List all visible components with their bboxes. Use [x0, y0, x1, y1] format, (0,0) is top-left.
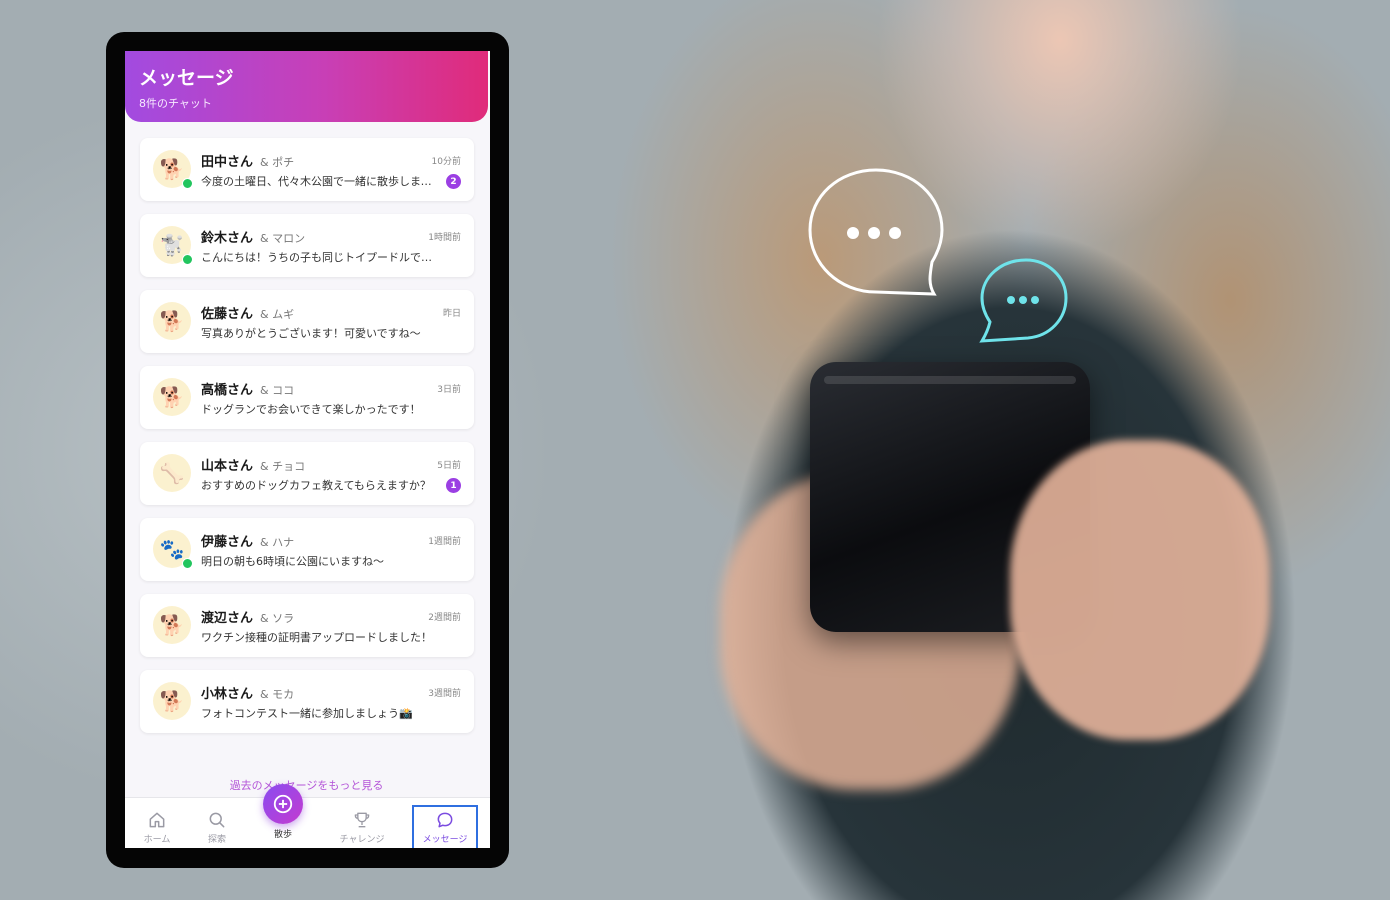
dog-name: & ソラ: [260, 612, 295, 625]
message-preview: おすすめのドッグカフェ教えてもらえますか？: [201, 479, 431, 492]
nav-challenge[interactable]: チャレンジ: [332, 810, 392, 845]
timestamp: 3週間前: [428, 689, 461, 699]
owner-name: 田中さん: [201, 155, 254, 170]
dog-name: & チョコ: [260, 460, 306, 473]
load-more-link[interactable]: 過去のメッセージをもっと見る: [125, 777, 488, 793]
page-title: メッセージ: [139, 67, 234, 89]
owner-name: 山本さん: [201, 459, 254, 474]
online-indicator: [182, 178, 193, 189]
dog-name: & ポチ: [260, 156, 295, 169]
chat-item[interactable]: 🐩 鈴木さん & マロン 1時間前 こんにちは！うちの子も同じトイプードルです🐩: [140, 214, 474, 277]
dog-avatar: 🐕: [153, 378, 191, 416]
trophy-icon: [354, 812, 370, 828]
owner-name: 伊藤さん: [201, 535, 254, 550]
message-preview: ドッグランでお会いできて楽しかったです！: [201, 403, 421, 416]
messages-header: メッセージ 8件のチャット: [125, 51, 488, 122]
nav-explore[interactable]: 探索: [187, 810, 247, 845]
timestamp: 3日前: [437, 385, 461, 395]
dog-name: & ムギ: [260, 308, 295, 321]
owner-name: 渡辺さん: [201, 611, 254, 626]
dog-avatar: 🦴: [153, 454, 191, 492]
nav-walk-label: 散歩: [273, 830, 292, 840]
online-indicator: [182, 558, 193, 569]
unread-badge: 1: [446, 478, 461, 493]
dog-name: & マロン: [260, 232, 306, 245]
timestamp: 2週間前: [428, 613, 461, 623]
chat-bubble-small-icon: [979, 258, 1068, 343]
bottom-nav: ホーム 探索 散歩 チャレンジ メッセージ: [125, 784, 490, 848]
nav-home[interactable]: ホーム: [127, 810, 187, 845]
timestamp: 昨日: [442, 309, 461, 319]
timestamp: 1時間前: [428, 233, 461, 243]
nav-messages[interactable]: メッセージ: [415, 810, 475, 845]
dog-name: & ココ: [260, 384, 295, 397]
unread-badge: 2: [446, 174, 461, 189]
nav-explore-label: 探索: [207, 835, 226, 845]
chat-count: 8件のチャット: [139, 97, 212, 110]
phone-mockup: メッセージ 8件のチャット 🐕 田中さん & ポチ 10分前今度の土曜日、代々木公園で…: [106, 32, 509, 868]
timestamp: 5日前: [437, 461, 461, 471]
message-preview: 写真ありがとうございます！可愛いですね〜: [201, 327, 421, 340]
dog-avatar: 🐕: [153, 302, 191, 340]
owner-name: 小林さん: [201, 687, 254, 702]
home-icon: [149, 812, 165, 828]
dog-avatar: 🐕: [153, 606, 191, 644]
message-preview: 今度の土曜日、代々木公園で一緒に散歩しませんか？: [201, 175, 437, 188]
nav-challenge-label: チャレンジ: [339, 835, 385, 845]
chat-list: 🐕田中さん& ポチ10分前今度の土曜日、代々木公園で一緒に散歩しませんか？2🐩鈴…: [140, 138, 474, 746]
chat-item[interactable]: 🦴 山本さん & チョコ 5日前 おすすめのドッグカフェ教えてもらえますか？ 1: [140, 442, 474, 505]
message-preview: こんにちは！うちの子も同じトイプードルです🐩: [201, 251, 437, 264]
search-icon: [209, 812, 225, 828]
plus-circle-icon: [273, 794, 293, 814]
dog-name: & モカ: [260, 688, 295, 701]
message-preview: 明日の朝も6時頃に公園にいますね〜: [201, 555, 384, 568]
chat-item[interactable]: 🐕 佐藤さん & ムギ 昨日写真ありがとうございます！可愛いですね〜: [140, 290, 474, 353]
chat-item[interactable]: 🐕 高橋さん & ココ 3日前ドッグランでお会いできて楽しかったです！: [140, 366, 474, 429]
message-icon: [437, 812, 453, 828]
chat-item[interactable]: 🐕 小林さん & モカ 3週間前フォトコンテスト一緒に参加しましょう📸: [140, 670, 474, 733]
owner-name: 鈴木さん: [201, 231, 254, 246]
hand-right: [1010, 440, 1270, 740]
timestamp: 10分前: [431, 157, 461, 167]
message-preview: ワクチン接種の証明書アップロードしました！: [201, 631, 432, 644]
owner-name: 佐藤さん: [201, 307, 254, 322]
chat-item[interactable]: 🐕 渡辺さん & ソラ 2週間前ワクチン接種の証明書アップロードしました！: [140, 594, 474, 657]
nav-messages-label: メッセージ: [422, 835, 468, 845]
messages-screen: メッセージ 8件のチャット 🐕 田中さん & ポチ 10分前今度の土曜日、代々木公園で…: [125, 51, 490, 848]
dog-name: & ハナ: [260, 536, 295, 549]
nav-home-label: ホーム: [143, 835, 171, 845]
online-indicator: [182, 254, 193, 265]
message-preview: フォトコンテスト一緒に参加しましょう📸: [201, 707, 413, 720]
owner-name: 高橋さん: [201, 383, 254, 398]
timestamp: 1週間前: [428, 537, 461, 547]
chat-item[interactable]: 🐕田中さん& ポチ10分前今度の土曜日、代々木公園で一緒に散歩しませんか？2: [140, 138, 474, 201]
chat-bubble-large-icon: [808, 168, 944, 296]
chat-item[interactable]: 🐾 伊藤さん & ハナ 1週間前 明日の朝も6時頃に公園にいますね〜: [140, 518, 474, 581]
dog-avatar: 🐕: [153, 682, 191, 720]
walk-button[interactable]: [263, 784, 303, 824]
